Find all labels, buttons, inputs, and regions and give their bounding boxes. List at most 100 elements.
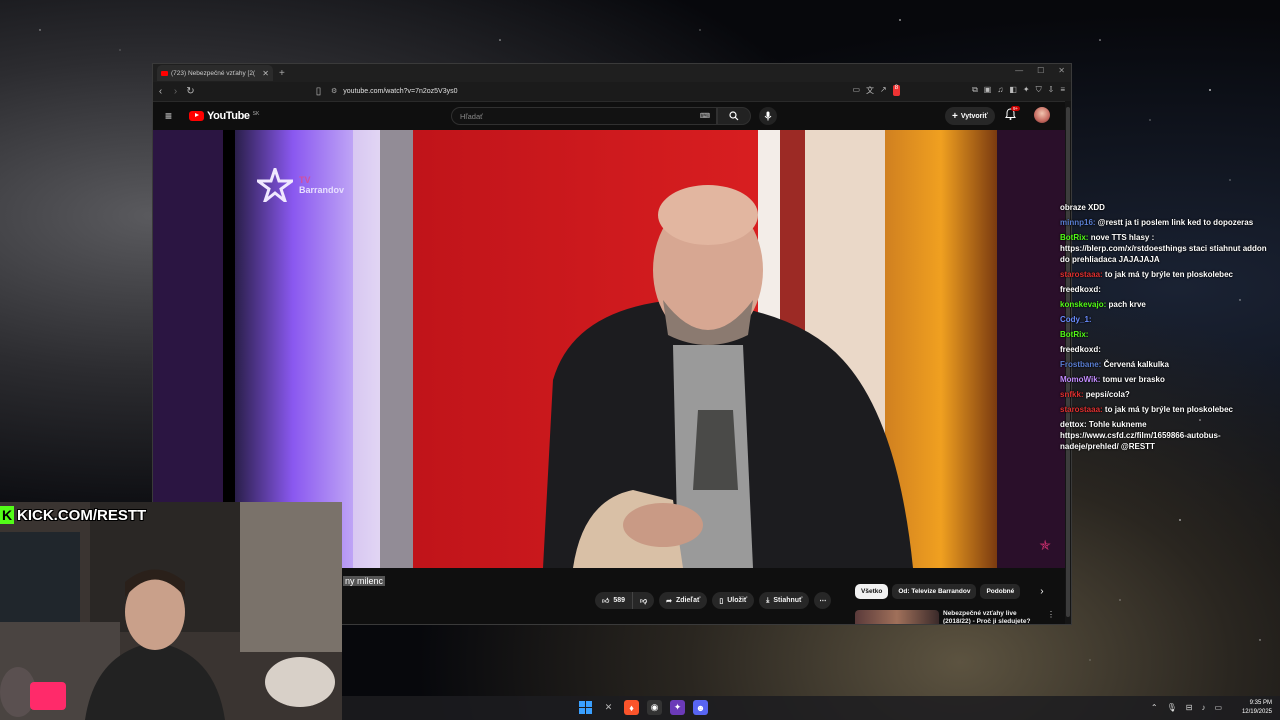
search-button[interactable] [717,107,751,125]
webcam-overlay [0,502,342,720]
more-actions-button[interactable]: ⋯ [814,592,832,609]
keyboard-icon[interactable]: ⌨ [700,112,710,120]
windows-start-icon[interactable] [578,700,593,715]
chat-username[interactable]: BotRix: [1060,233,1088,242]
maximize-icon[interactable]: ☐ [1037,66,1044,75]
url-field[interactable]: ⚙ youtube.com/watch?v=7n2oz5V3ys0 [331,84,851,98]
download-button[interactable]: ⤓ Stiahnuť [759,592,810,609]
system-tray: ⌃ 🎙︎ ⊟ ♪ ▭ [1151,703,1222,712]
youtube-header: ≡ YouTube SK Hľadať ⌨ + Vytvoriť 9+ [153,102,1071,129]
create-label: Vytvoriť [960,112,988,120]
youtube-wordmark: YouTube [207,109,250,122]
chevron-right-icon[interactable]: › [1040,586,1043,597]
vpn-icon[interactable]: ⛉ [1036,85,1042,96]
chat-message: freedkoxd: [1060,344,1270,355]
download-label: Stiahnuť [773,597,803,604]
save-button[interactable]: ▯ Uložiť [712,592,755,609]
browser-tab-youtube[interactable]: (723) Nebezpečné vzťahy [2( ✕ [157,65,273,81]
chat-text: tomu ver brasko [1102,375,1165,384]
chat-text: to jak má ty brýle ten ploskolebec [1104,405,1233,414]
close-window-icon[interactable]: ✕ [1058,66,1065,75]
taskbar-clock[interactable]: 9:35 PM 12/19/2025 [1242,699,1272,717]
youtube-favicon-icon [161,70,168,76]
forward-icon[interactable]: › [168,86,183,97]
download-arrow-icon: ⤓ [766,596,770,604]
chat-message: minnp16: @restt ja ti poslem link ked to… [1060,217,1270,228]
webcam-scene [0,502,342,720]
microphone-tray-icon[interactable]: 🎙︎ [1167,703,1177,712]
chat-text: obraze XDD [1060,203,1105,212]
chip-related[interactable]: Podobné [980,584,1021,599]
brave-browser-icon[interactable]: ♦ [624,700,639,715]
back-icon[interactable]: ‹ [153,86,168,97]
chat-message: BotRix: nove TTS hlasy : https://blerp.c… [1060,232,1270,265]
new-tab-button[interactable]: + [279,68,285,79]
brave-shield-icon[interactable]: 8 [892,85,901,96]
channel-logo-line2: Barrandov [299,185,345,195]
volume-icon[interactable]: ♪ [1201,703,1205,712]
voice-search-button[interactable] [759,107,777,125]
browser-toolbar: ▭ 文 ↗ 8 ⧉ ▣ ♫ ◧ ✦ ⛉ ⇩ ≡ [852,85,1065,96]
battery-icon[interactable]: ▭ [1214,703,1222,712]
chat-username[interactable]: freedkoxd: [1060,345,1101,354]
search-input[interactable]: Hľadať ⌨ [451,107,717,125]
menu-icon[interactable]: ≡ [1060,85,1065,96]
minimize-icon[interactable]: — [1015,66,1023,75]
like-button[interactable]: 👍︎ 589 [595,592,634,609]
close-tab-icon[interactable]: ✕ [262,69,269,78]
chat-username[interactable]: Frostbane: [1060,360,1101,369]
download-icon[interactable]: ⇩ [1048,85,1055,96]
extensions-icon[interactable]: ⧉ [972,85,978,96]
channel-logo-line1: TV [299,175,311,185]
chat-username[interactable]: BotRix: [1060,330,1088,339]
chat-username[interactable]: freedkoxd: [1060,285,1101,294]
account-avatar[interactable] [1034,107,1050,123]
recommended-title[interactable]: Nebezpečné vzťahy live (2018/22) - Proč … [943,610,1043,624]
youtube-logo[interactable]: YouTube SK [189,110,259,122]
ai-icon[interactable]: ✦ [1023,85,1030,96]
chat-text: pach krve [1108,300,1146,309]
discord-icon[interactable]: ☻ [693,700,708,715]
chat-message: konskevajo: pach krve [1060,299,1270,310]
network-icon[interactable]: ⊟ [1186,703,1193,712]
chat-username[interactable]: minnp16: [1060,218,1096,227]
sidebar-icon[interactable]: ◧ [1009,85,1017,96]
obs-icon[interactable]: ◉ [647,700,662,715]
cast-icon[interactable]: ▭ [852,85,860,96]
more-vertical-icon[interactable]: ⋮ [1047,610,1055,624]
chip-from-channel[interactable]: Od: Televize Barrandov [892,584,977,599]
chat-username[interactable]: Cody_1: [1060,315,1092,324]
music-icon[interactable]: ♫ [997,85,1003,96]
like-dislike-group: 👍︎ 589 👎︎ [595,592,655,609]
create-button[interactable]: + Vytvoriť [945,107,995,125]
chat-username[interactable]: dettox: [1060,420,1087,429]
recommended-video[interactable]: Nebezpečné vzťahy live (2018/22) - Proč … [855,610,1055,624]
chat-username[interactable]: MomoWik: [1060,375,1100,384]
dislike-button[interactable]: 👎︎ [633,592,655,609]
chat-username[interactable]: starostaaa: [1060,270,1103,279]
chip-all[interactable]: Všetko [855,584,889,599]
translate-icon[interactable]: 文 [866,85,874,96]
file-explorer-icon[interactable]: ✕ [601,700,616,715]
tab-bar: (723) Nebezpečné vzťahy [2( ✕ + — ☐ ✕ [153,64,1071,82]
recommended-thumbnail[interactable] [855,610,939,624]
app-icon[interactable]: ✦ [670,700,685,715]
site-info-icon[interactable]: ⚙ [331,87,337,95]
channel-watermark-logo: TV Barrandov [257,168,344,202]
chat-username[interactable]: snfkk: [1060,390,1084,399]
chevron-up-icon[interactable]: ⌃ [1151,703,1158,712]
taskbar-apps: ✕ ♦ ◉ ✦ ☻ [578,700,708,715]
chat-username[interactable]: starostaaa: [1060,405,1103,414]
wallet-icon[interactable]: ▣ [984,85,992,96]
chat-message: freedkoxd: [1060,284,1270,295]
reload-icon[interactable]: ↻ [183,86,198,97]
like-count: 589 [613,597,626,604]
chat-username[interactable]: konskevajo: [1060,300,1106,309]
share-icon[interactable]: ↗ [880,85,887,96]
save-label: Uložiť [727,597,748,604]
bookmark-icon[interactable]: ▯ [311,86,326,97]
address-bar: ‹ › ↻ ▯ ⚙ youtube.com/watch?v=7n2oz5V3ys… [153,82,1071,102]
guide-menu-icon[interactable]: ≡ [165,109,177,123]
kick-channel-label: KICK.COM/RESTT [17,506,147,524]
share-button[interactable]: ➦ Zdieľať [659,592,708,609]
